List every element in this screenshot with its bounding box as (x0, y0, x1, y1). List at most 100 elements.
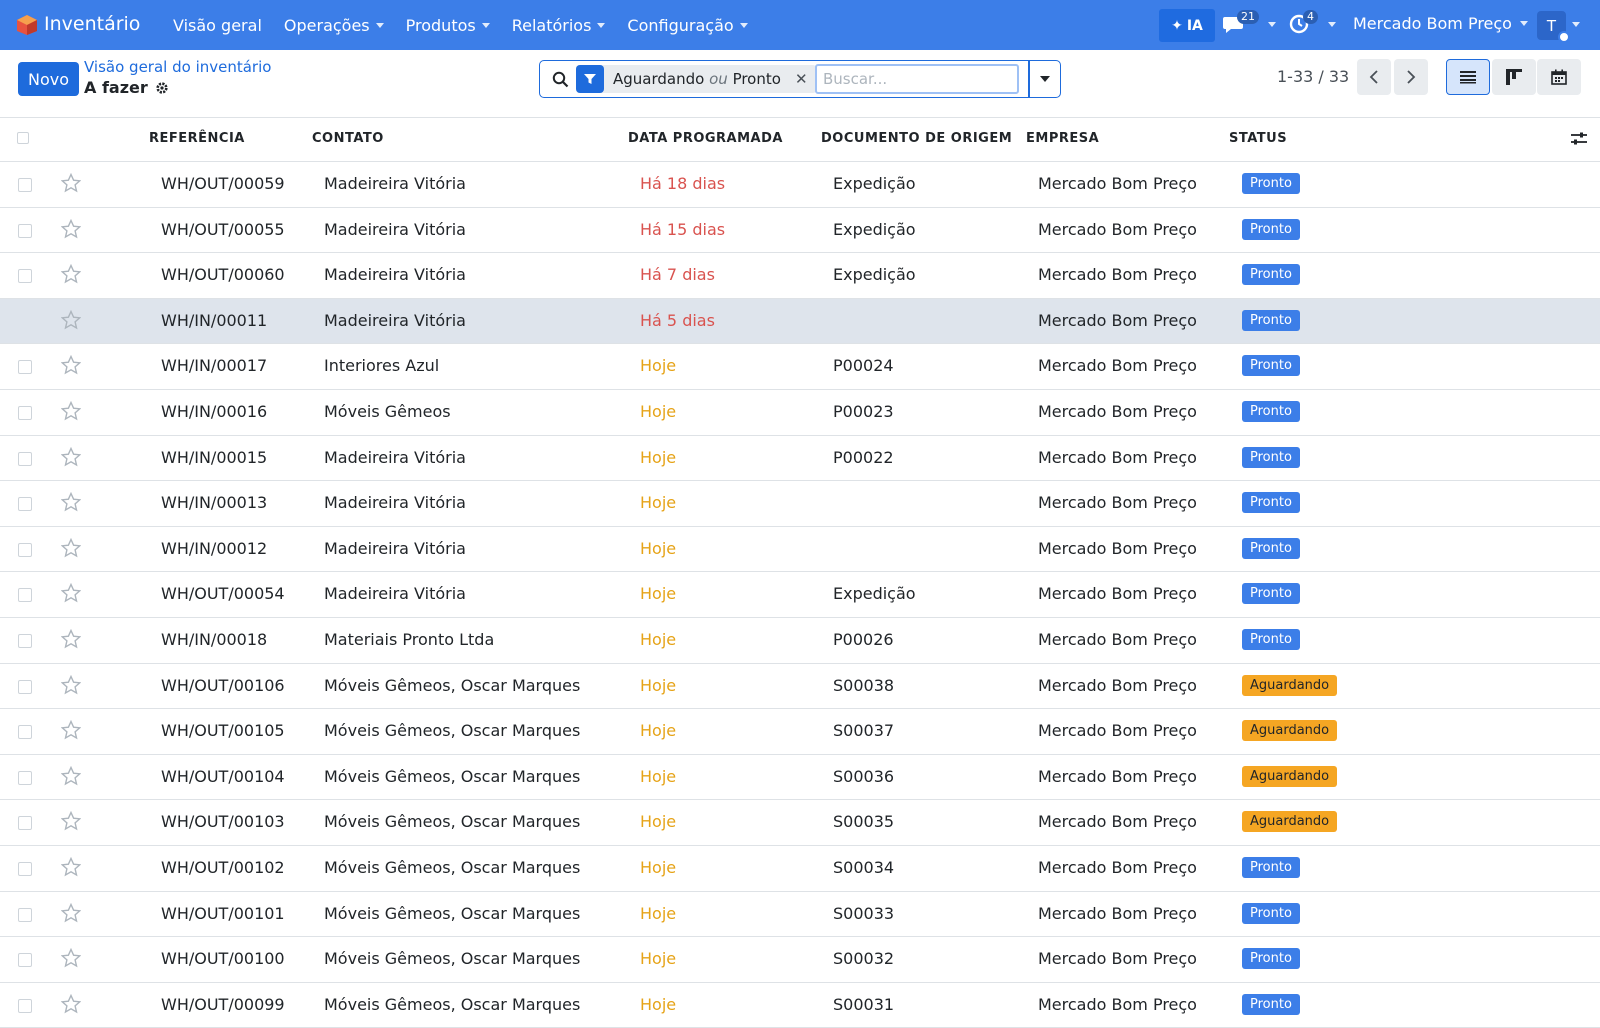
row-checkbox[interactable] (18, 907, 32, 922)
cell-company: Mercado Bom Preço (1038, 629, 1197, 649)
table-row[interactable]: WH/OUT/00102 Móveis Gêmeos, Oscar Marques… (0, 846, 1600, 892)
column-header-reference[interactable]: REFERÊNCIA (149, 131, 245, 146)
app-logo-icon[interactable] (16, 14, 38, 36)
pager-next-button[interactable] (1394, 59, 1428, 95)
cell-scheduled-date: Há 15 dias (640, 219, 726, 239)
star-icon[interactable] (61, 765, 81, 786)
star-icon[interactable] (61, 948, 81, 968)
search-options-toggle[interactable] (1029, 60, 1061, 98)
menu-reports[interactable]: Relatórios (501, 16, 617, 35)
search-panel[interactable]: Aguardando ou Pronto ✕ (539, 60, 1029, 98)
status-badge: Pronto (1242, 400, 1300, 422)
star-icon[interactable] (61, 218, 81, 239)
list-view-button[interactable] (1446, 59, 1490, 95)
star-icon[interactable] (61, 446, 81, 467)
star-icon[interactable] (61, 309, 81, 330)
menu-products[interactable]: Produtos (395, 16, 501, 35)
kanban-view-button[interactable] (1492, 59, 1536, 95)
table-row[interactable]: WH/OUT/00060 Madeireira Vitória Há 7 dias E… (0, 253, 1600, 299)
column-header-origin[interactable]: DOCUMENTO DE ORIGEM (821, 131, 1012, 146)
row-checkbox[interactable] (18, 861, 32, 876)
star-icon[interactable] (61, 264, 81, 284)
star-icon[interactable] (61, 173, 81, 193)
search-input[interactable] (815, 64, 1019, 94)
row-checkbox[interactable] (18, 633, 32, 648)
star-icon[interactable] (61, 674, 81, 695)
star-icon[interactable] (61, 537, 81, 558)
menu-overview[interactable]: Visão geral (162, 16, 273, 35)
cell-origin-document: S00038 (833, 675, 895, 695)
caret-down-icon[interactable] (1572, 22, 1580, 27)
calendar-view-button[interactable] (1537, 59, 1581, 95)
star-icon[interactable] (61, 583, 81, 603)
star-icon[interactable] (61, 355, 81, 375)
activities-button[interactable]: 4 (1288, 10, 1336, 35)
star-icon[interactable] (61, 856, 81, 877)
pager-value[interactable]: 1-33 / 33 (1277, 67, 1349, 86)
star-icon[interactable] (61, 902, 81, 923)
star-icon[interactable] (61, 628, 81, 649)
row-checkbox[interactable] (18, 725, 32, 740)
star-icon[interactable] (61, 720, 81, 740)
app-name[interactable]: Inventário (44, 13, 140, 35)
row-checkbox[interactable] (18, 178, 32, 192)
star-icon[interactable] (61, 492, 81, 512)
row-checkbox[interactable] (18, 953, 32, 968)
company-switcher[interactable]: Mercado Bom Preço (1353, 14, 1528, 33)
row-checkbox[interactable] (18, 998, 32, 1013)
row-checkbox[interactable] (18, 223, 32, 238)
new-button[interactable]: Novo (18, 62, 79, 96)
star-icon[interactable] (61, 400, 81, 421)
row-checkbox[interactable] (18, 405, 32, 420)
row-checkbox[interactable] (18, 679, 32, 694)
star-icon[interactable] (61, 993, 81, 1014)
table-row[interactable]: WH/OUT/00100 Móveis Gêmeos, Oscar Marques… (0, 937, 1600, 983)
table-row[interactable]: WH/OUT/00059 Madeireira Vitória Há 18 dias… (0, 162, 1600, 208)
search-icon[interactable] (552, 71, 569, 88)
row-checkbox[interactable] (18, 497, 32, 512)
pager-previous-button[interactable] (1357, 59, 1391, 95)
menu-operations[interactable]: Operações (273, 16, 395, 35)
cell-company: Mercado Bom Preço (1038, 356, 1197, 376)
optional-columns-icon[interactable] (1571, 131, 1587, 147)
table-row[interactable]: WH/IN/00017 Interiores Azul Hoje P00024 Merc… (0, 344, 1600, 390)
cell-scheduled-date: Há 7 dias (640, 265, 715, 285)
row-checkbox[interactable] (18, 588, 32, 603)
filter-facet[interactable]: Aguardando ou Pronto ✕ (576, 65, 816, 93)
close-icon[interactable]: ✕ (791, 70, 816, 88)
table-row[interactable]: WH/OUT/00106 Móveis Gêmeos, Oscar Marques… (0, 664, 1600, 710)
column-header-contact[interactable]: CONTATO (312, 131, 384, 146)
row-checkbox[interactable] (18, 816, 32, 831)
menu-configuration[interactable]: Configuração (616, 16, 758, 35)
table-row[interactable]: WH/OUT/00104 Móveis Gêmeos, Oscar Marques… (0, 755, 1600, 801)
column-header-company[interactable]: EMPRESA (1026, 131, 1099, 146)
user-avatar[interactable]: T (1537, 11, 1570, 43)
table-row[interactable]: WH/IN/00012 Madeireira Vitória Hoje Mercado… (0, 527, 1600, 573)
select-all-checkbox[interactable] (17, 132, 29, 144)
table-row[interactable]: WH/IN/00011 Madeireira Vitória Há 5 dias Me… (0, 298, 1600, 345)
row-checkbox[interactable] (18, 542, 32, 557)
cell-status: Pronto (1242, 354, 1300, 377)
row-checkbox[interactable] (18, 360, 32, 375)
table-row[interactable]: WH/OUT/00101 Móveis Gêmeos, Oscar Marques… (0, 892, 1600, 938)
row-checkbox[interactable] (18, 269, 32, 284)
row-checkbox[interactable] (18, 770, 32, 785)
table-row[interactable]: WH/IN/00018 Materiais Pronto Ltda Hoje P000… (0, 618, 1600, 664)
table-row[interactable]: WH/IN/00015 Madeireira Vitória Hoje P00022 M… (0, 436, 1600, 482)
gear-icon[interactable] (155, 81, 169, 95)
table-row[interactable]: WH/OUT/00103 Móveis Gêmeos, Oscar Marques… (0, 800, 1600, 846)
row-checkbox[interactable] (18, 451, 32, 466)
column-header-date[interactable]: DATA PROGRAMADA (628, 131, 783, 146)
table-row[interactable]: WH/OUT/00055 Madeireira Vitória Há 15 dias… (0, 208, 1600, 254)
table-row[interactable]: WH/IN/00016 Móveis Gêmeos Hoje P00023 Mercad… (0, 390, 1600, 436)
messages-button[interactable]: 21 (1222, 10, 1276, 35)
star-icon[interactable] (61, 811, 81, 831)
table-row[interactable]: WH/OUT/00099 Móveis Gêmeos, Oscar Marques… (0, 983, 1600, 1028)
table-row[interactable]: WH/IN/00013 Madeireira Vitória Hoje Mercado… (0, 481, 1600, 527)
column-header-status[interactable]: STATUS (1229, 131, 1287, 146)
sparkle-icon: ✦ (1171, 17, 1183, 34)
breadcrumb[interactable]: Visão geral do inventário (84, 58, 271, 76)
ai-button[interactable]: ✦ IA (1159, 9, 1215, 42)
table-row[interactable]: WH/OUT/00105 Móveis Gêmeos, Oscar Marques… (0, 709, 1600, 755)
table-row[interactable]: WH/OUT/00054 Madeireira Vitória Hoje Expedi… (0, 572, 1600, 618)
